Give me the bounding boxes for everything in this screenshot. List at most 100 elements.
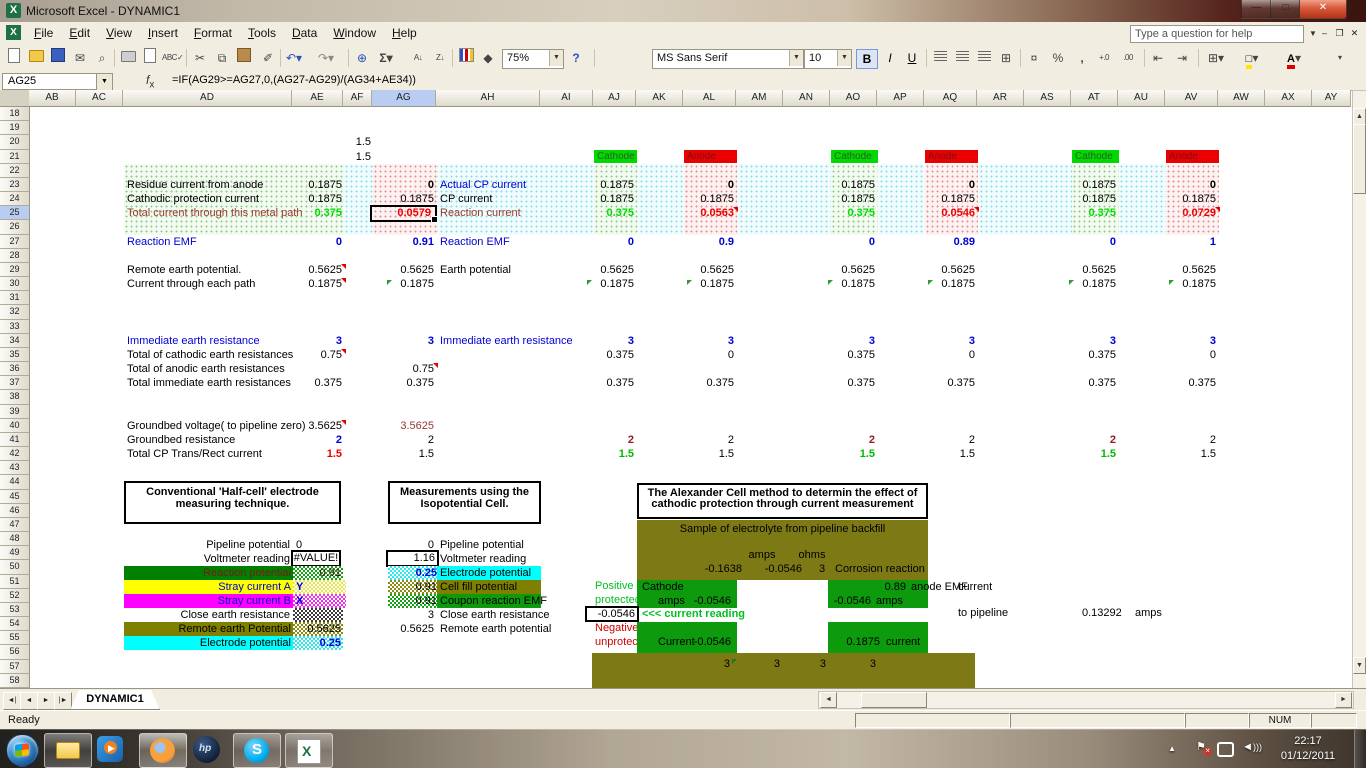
cell-series4-r29[interactable]: 0.5625 — [1082, 264, 1116, 277]
cell-sheet-r35-label[interactable]: Total of cathodic earth resistances — [127, 349, 293, 362]
iso-row-value[interactable]: 0.5625 — [388, 622, 436, 636]
cell-sheet-r41-ag[interactable]: 2 — [428, 434, 434, 447]
row-header-39[interactable]: 39 — [0, 405, 30, 419]
cell-sheet-r35-ae[interactable]: 0.75 — [321, 349, 342, 362]
half-cell-row-label[interactable]: Pipeline potential — [124, 538, 290, 552]
half-cell-row-label[interactable]: Electrode potential — [124, 636, 293, 650]
row-header-24[interactable]: 24 — [0, 192, 30, 206]
cell-series4-r42[interactable]: 1.5 — [1101, 448, 1116, 461]
iso-row-label[interactable]: Voltmeter reading — [440, 552, 526, 566]
next-sheet-icon[interactable]: ► — [37, 692, 55, 710]
cell-series4-r25[interactable]: 0.375 — [1088, 207, 1116, 220]
resistance-value[interactable]: 3 — [846, 658, 876, 671]
cell-series1-r30[interactable]: 0.1875 — [700, 278, 734, 291]
column-header-AO[interactable]: AO — [830, 90, 877, 107]
row-header-18[interactable]: 18 — [0, 107, 30, 121]
taskbar-excel[interactable]: X — [285, 733, 333, 768]
cell-series5-r23[interactable]: 0 — [1210, 179, 1216, 192]
column-header-AI[interactable]: AI — [540, 90, 593, 107]
taskbar-windows-explorer[interactable] — [44, 733, 92, 768]
row-header-56[interactable]: 56 — [0, 645, 30, 659]
column-header-AQ[interactable]: AQ — [924, 90, 977, 107]
iso-voltmeter-cell[interactable]: 1.16 — [386, 550, 439, 567]
iso-row-label[interactable]: Close earth resistance — [440, 608, 549, 622]
cell-sheet-r30-label[interactable]: Current through each path — [127, 278, 255, 291]
taskbar-clock[interactable]: 22:17 01/12/2011 — [1270, 734, 1346, 764]
cell-sheet-r24-ah[interactable]: CP current — [440, 193, 492, 206]
half-cell-row-value[interactable]: Y — [293, 580, 346, 594]
cell-series4-r24[interactable]: 0.1875 — [1082, 193, 1116, 206]
current-reading-cell[interactable]: -0.0546 — [585, 606, 639, 622]
column-header-AB[interactable]: AB — [29, 90, 76, 107]
action-center-icon[interactable]: ⚑✕ — [1196, 740, 1206, 753]
row-header-43[interactable]: 43 — [0, 461, 30, 475]
row-header-38[interactable]: 38 — [0, 390, 30, 404]
cell-sheet-r34-ag[interactable]: 3 — [428, 335, 434, 348]
row-header-27[interactable]: 27 — [0, 235, 30, 249]
column-header-AS[interactable]: AS — [1024, 90, 1071, 107]
column-header-AT[interactable]: AT — [1071, 90, 1118, 107]
column-header-AK[interactable]: AK — [636, 90, 683, 107]
cell-series5-r41[interactable]: 2 — [1210, 434, 1216, 447]
scroll-down-icon[interactable]: ▼ — [1353, 657, 1366, 674]
cell-sheet-r27-label[interactable]: Reaction EMF — [127, 236, 197, 249]
cell-sheet-r27-ag[interactable]: 0.91 — [413, 236, 434, 249]
prev-sheet-icon[interactable]: ◄ — [20, 692, 38, 710]
cell-sheet-r29-label[interactable]: Remote earth potential. — [127, 264, 241, 277]
voltmeter-reading-cell[interactable]: #VALUE! — [291, 550, 341, 567]
resistance-value[interactable]: 3 — [700, 658, 730, 671]
row-header-31[interactable]: 31 — [0, 291, 30, 305]
cell-series5-r35[interactable]: 0 — [1210, 349, 1216, 362]
cell-series3-r25[interactable]: 0.0546 — [941, 207, 975, 220]
cell-series2-r37[interactable]: 0.375 — [847, 377, 875, 390]
cell-series1-r27[interactable]: 0.9 — [719, 236, 734, 249]
row-header-21[interactable]: 21 — [0, 150, 30, 164]
cell-sheet-r37-ae[interactable]: 0.375 — [314, 377, 342, 390]
cell-series5-r34[interactable]: 3 — [1210, 335, 1216, 348]
cell-sheet-r25-ah[interactable]: Reaction current — [440, 207, 521, 220]
cell-series0-r35[interactable]: 0.375 — [606, 349, 634, 362]
row-header-29[interactable]: 29 — [0, 263, 30, 277]
half-cell-row-label[interactable]: Stray current B — [124, 594, 293, 608]
column-header-AR[interactable]: AR — [977, 90, 1024, 107]
cell-series3-r37[interactable]: 0.375 — [947, 377, 975, 390]
cell-series4-r34[interactable]: 3 — [1110, 335, 1116, 348]
row-header-30[interactable]: 30 — [0, 277, 30, 291]
cell-series5-r30[interactable]: 0.1875 — [1182, 278, 1216, 291]
iso-row-value[interactable]: 0.25 — [388, 566, 439, 580]
cell-sheet-r23-ae[interactable]: 0.1875 — [308, 179, 342, 192]
row-header-54[interactable]: 54 — [0, 617, 30, 631]
iso-row-value[interactable]: 0.91 — [388, 580, 439, 594]
scroll-left-icon[interactable]: ◄ — [820, 692, 837, 708]
cell-sheet-r42-label[interactable]: Total CP Trans/Rect current — [127, 448, 262, 461]
column-header-AX[interactable]: AX — [1265, 90, 1312, 107]
side-pipeline-value[interactable]: 0.13292 — [1082, 607, 1122, 620]
column-header-AH[interactable]: AH — [436, 90, 540, 107]
row-header-33[interactable]: 33 — [0, 320, 30, 334]
half-cell-row-value[interactable] — [293, 608, 343, 622]
row-header-47[interactable]: 47 — [0, 518, 30, 532]
row-header-46[interactable]: 46 — [0, 504, 30, 518]
cell-sheet-r37-label[interactable]: Total immediate earth resistances — [127, 377, 291, 390]
iso-row-value[interactable]: 0.91 — [388, 594, 439, 608]
cell-sheet-r41-label[interactable]: Groundbed resistance — [127, 434, 235, 447]
cell-sheet-r37-ag[interactable]: 0.375 — [406, 377, 434, 390]
cell-sheet-r24-ae[interactable]: 0.1875 — [308, 193, 342, 206]
anode-emf-value[interactable]: 0.89 — [866, 581, 906, 594]
iso-row-label[interactable]: Electrode potential — [437, 566, 541, 580]
half-cell-row-label[interactable]: Stray current A — [124, 580, 293, 594]
cell-series1-r37[interactable]: 0.375 — [706, 377, 734, 390]
cell-series2-r24[interactable]: 0.1875 — [841, 193, 875, 206]
worksheet[interactable]: Conventional 'Half-cell' electrode measu… — [0, 0, 1366, 768]
row-header-48[interactable]: 48 — [0, 532, 30, 546]
row-header-35[interactable]: 35 — [0, 348, 30, 362]
cell-series0-r42[interactable]: 1.5 — [619, 448, 634, 461]
cell-sheet-r23-ag[interactable]: 0 — [428, 179, 434, 192]
iso-row-label[interactable]: Remote earth potential — [440, 622, 551, 636]
row-header-22[interactable]: 22 — [0, 164, 30, 178]
iso-row-label[interactable]: Pipeline potential — [440, 538, 524, 552]
power-icon[interactable] — [1217, 742, 1234, 757]
half-cell-row-label[interactable]: Reaction potential — [124, 566, 293, 580]
row-header-34[interactable]: 34 — [0, 334, 30, 348]
cell-sheet-r29-ah[interactable]: Earth potential — [440, 264, 511, 277]
